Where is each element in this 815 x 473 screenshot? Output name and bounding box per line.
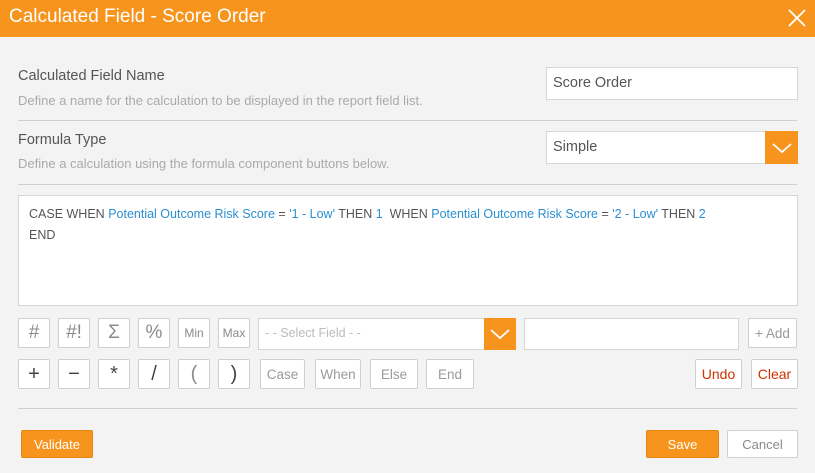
name-input[interactable]: Score Order: [546, 67, 798, 100]
divide-button[interactable]: /: [138, 359, 170, 389]
select-field-placeholder: - - Select Field - -: [265, 326, 361, 340]
chevron-down-icon: [771, 142, 792, 153]
multiply-button[interactable]: *: [98, 359, 130, 389]
formula-field-token: Potential Outcome Risk Score: [108, 207, 275, 221]
add-button[interactable]: + Add: [748, 318, 797, 348]
when-button[interactable]: When: [315, 359, 361, 389]
undo-button[interactable]: Undo: [695, 359, 742, 389]
validate-button[interactable]: Validate: [21, 430, 93, 458]
formula-type-dropdown-button[interactable]: [765, 131, 798, 164]
close-paren-button[interactable]: ): [218, 359, 250, 389]
max-button[interactable]: Max: [218, 318, 250, 348]
count-button[interactable]: #: [18, 318, 50, 348]
select-field-dropdown-button[interactable]: [484, 318, 516, 350]
min-button[interactable]: Min: [178, 318, 210, 348]
case-button[interactable]: Case: [260, 359, 305, 389]
formula-number: 1: [375, 207, 383, 221]
formula-type-description: Define a calculation using the formula c…: [18, 156, 390, 171]
percent-button[interactable]: %: [138, 318, 170, 348]
divider: [18, 120, 797, 121]
minus-button[interactable]: −: [58, 359, 90, 389]
formula-field-token: Potential Outcome Risk Score: [431, 207, 599, 221]
else-button[interactable]: Else: [370, 359, 418, 389]
close-icon[interactable]: [786, 7, 808, 29]
formula-literal: '1 - Low': [289, 207, 335, 221]
constant-input[interactable]: [524, 318, 739, 350]
select-field-dropdown[interactable]: - - Select Field - -: [258, 318, 516, 350]
divider: [18, 408, 797, 409]
chevron-down-icon: [490, 329, 510, 340]
formula-number: 2: [698, 207, 706, 221]
formula-editor[interactable]: CASE WHEN Potential Outcome Risk Score =…: [18, 195, 798, 306]
open-paren-button[interactable]: (: [178, 359, 210, 389]
formula-literal: '2 - Low': [612, 207, 659, 221]
name-label: Calculated Field Name: [18, 68, 165, 84]
plus-button[interactable]: +: [18, 359, 50, 389]
count-distinct-button[interactable]: #!: [58, 318, 90, 348]
divider: [18, 184, 797, 185]
end-button[interactable]: End: [426, 359, 474, 389]
formula-type-select[interactable]: Simple: [546, 131, 766, 164]
save-button[interactable]: Save: [646, 430, 719, 458]
dialog-title: Calculated Field - Score Order: [9, 6, 266, 27]
clear-button[interactable]: Clear: [751, 359, 798, 389]
sum-button[interactable]: Σ: [98, 318, 130, 348]
cancel-button[interactable]: Cancel: [727, 430, 798, 458]
dialog-titlebar: Calculated Field - Score Order: [0, 0, 815, 37]
name-description: Define a name for the calculation to be …: [18, 93, 423, 108]
formula-type-label: Formula Type: [18, 132, 107, 148]
